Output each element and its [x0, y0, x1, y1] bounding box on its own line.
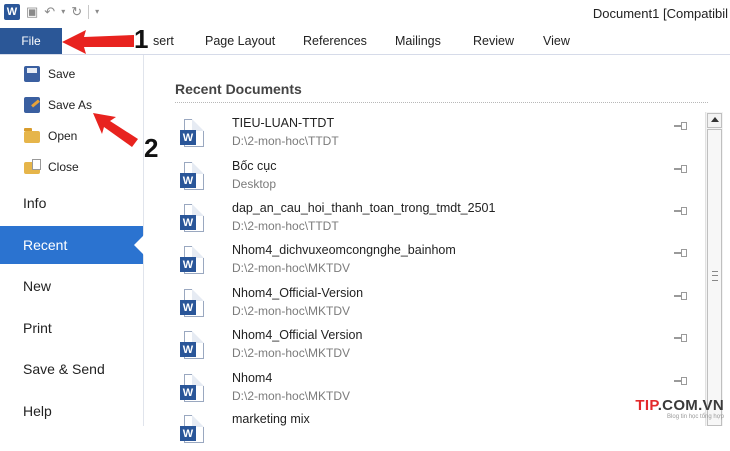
annotation-step-1: 1 [134, 24, 149, 54]
annotation-arrow-1 [62, 30, 134, 54]
annotation-layer [62, 30, 138, 147]
watermark-brand-red: TIP [635, 397, 658, 414]
watermark-brand-dark: .COM.VN [657, 397, 724, 414]
watermark-logo: TIP.COM.VN Blog tin học tổng hợp [635, 397, 724, 420]
annotation-step-2: 2 [144, 133, 159, 163]
annotation-arrow-2 [93, 113, 138, 147]
watermark-tagline: Blog tin học tổng hợp [667, 414, 724, 420]
